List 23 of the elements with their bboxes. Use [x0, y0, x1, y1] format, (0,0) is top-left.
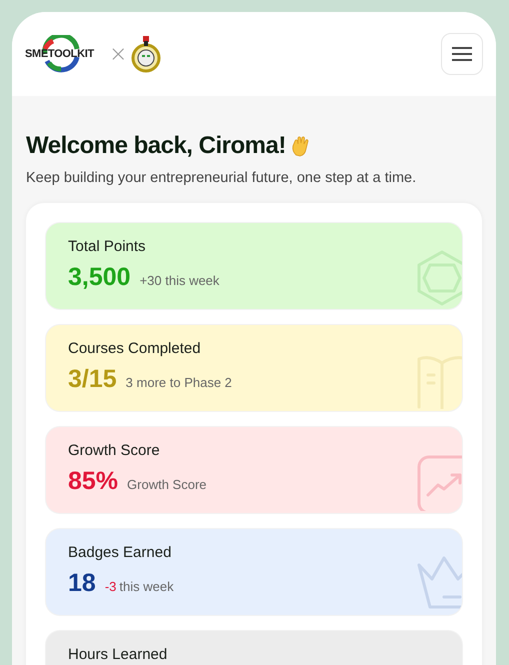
welcome-subtitle: Keep building your entrepreneurial future, one step at a time.: [26, 170, 418, 186]
stat-note: 3 more to Phase 2: [126, 375, 232, 390]
menu-button[interactable]: [441, 33, 483, 75]
stat-label: Total Points: [68, 238, 146, 255]
stat-label: Badges Earned: [68, 544, 172, 561]
stat-note: Growth Score: [127, 477, 207, 492]
stat-note: this week: [119, 579, 174, 594]
stat-value: 3,500: [68, 263, 131, 292]
stat-note: +30 this week: [140, 273, 220, 288]
stat-label: Growth Score: [68, 442, 160, 459]
welcome-title: Welcome back, Ciroma!: [26, 132, 286, 160]
emblem-logo: [131, 35, 162, 73]
gem-icon: [416, 249, 462, 307]
menu-icon: [451, 47, 473, 61]
stat-value: 85%: [68, 467, 118, 496]
stat-value: 3/15: [68, 365, 117, 394]
separator-mark: ×: [109, 42, 128, 66]
brand-logo: SMETOOLKIT: [25, 35, 105, 73]
stat-value: 18: [68, 569, 96, 598]
stat-label: Hours Learned: [68, 646, 168, 663]
stat-change: -3: [104, 579, 116, 594]
chart-icon: [416, 453, 462, 511]
stat-label: Courses Completed: [68, 340, 201, 357]
